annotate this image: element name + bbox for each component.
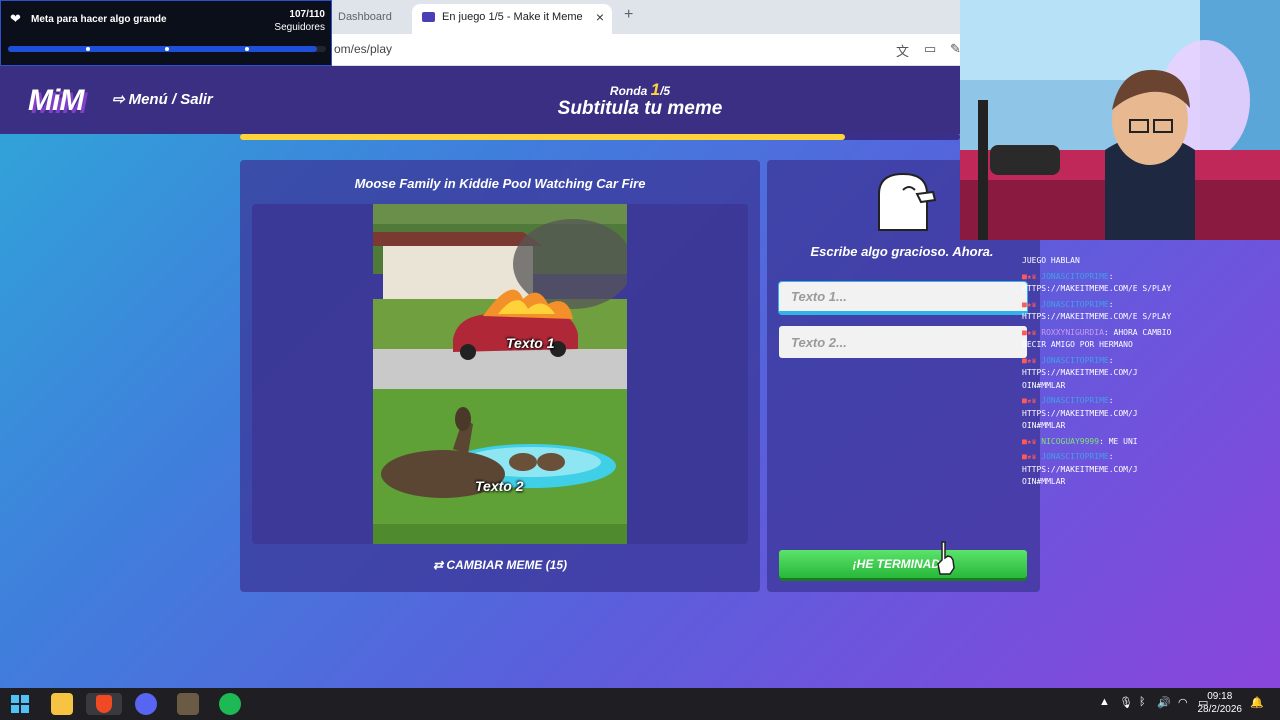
- shuffle-icon: ⇄: [432, 558, 447, 572]
- close-tab-icon[interactable]: ×: [596, 4, 604, 30]
- meme-label-1[interactable]: Texto 1: [506, 335, 555, 351]
- chat-message: JUEGO HABLAN: [1022, 255, 1172, 268]
- new-tab-button[interactable]: +: [624, 6, 633, 24]
- meme-panel: Moose Family in Kiddie Pool Watching Car…: [240, 160, 760, 592]
- meme-label-2[interactable]: Texto 2: [475, 478, 524, 494]
- chat-message: ■★♛ NICOGUAY9999: ME UNI: [1022, 436, 1138, 446]
- spotify-icon[interactable]: [219, 693, 241, 715]
- ghost-character-icon: [878, 172, 937, 231]
- clock-time: 09:18: [1207, 691, 1233, 702]
- goal-title: Meta para hacer algo grande: [31, 14, 167, 25]
- meme-image: Texto 1 Texto 2: [373, 204, 627, 544]
- chat-badge-icons: ■★♛: [1022, 299, 1042, 309]
- goal-marker: [245, 47, 249, 51]
- goal-progress-fill: [8, 46, 318, 52]
- chat-message: ■★♛ JONASCITOPRIME: HTTPS://MAKEITMEME.C…: [1022, 271, 1172, 294]
- hand-cursor-icon: [937, 541, 955, 575]
- tray-overflow-icon[interactable]: ▲: [1099, 696, 1110, 708]
- chat-badge-icons: ■★♛: [1022, 436, 1042, 446]
- chat-username: NICOGUAY9999: [1041, 436, 1100, 446]
- follower-goal-widget: ❤ Meta para hacer algo grande 107/110 Se…: [0, 0, 332, 66]
- chat-message: ■★♛ JONASCITOPRIME: HTTPS://MAKEITMEME.C…: [1022, 355, 1138, 390]
- timer-fill: [240, 134, 845, 140]
- page-title: Subtitula tu meme: [557, 98, 723, 119]
- bluetooth-icon[interactable]: ᛒ: [1139, 696, 1146, 708]
- prompt-text: Escribe algo gracioso. Ahora.: [810, 244, 994, 259]
- caption-input-2[interactable]: [779, 326, 1027, 358]
- tab-title: En juego 1/5 - Make it Meme: [442, 11, 583, 23]
- chat-username: JONASCITOPRIME: [1041, 452, 1109, 461]
- chat-text: HTTPS://MAKEITMEME.COM/J OIN#MMLAR: [1022, 368, 1138, 390]
- chat-username: JONASCITOPRIME: [1041, 299, 1109, 309]
- chat-badge-icons: ■★♛: [1022, 355, 1042, 365]
- menu-exit-button[interactable]: ⇨ Menú / Salir: [112, 90, 213, 108]
- goal-count: 107/110: [289, 9, 325, 20]
- chat-message: ■★♛ JONASCITOPRIME: HTTPS://MAKEITMEME.C…: [1022, 396, 1138, 431]
- round-label: Ronda: [609, 84, 648, 98]
- chat-username: JONASCITOPRIME: [1041, 396, 1109, 405]
- cast-icon[interactable]: ▭: [924, 41, 936, 57]
- change-meme-button[interactable]: ⇄ CAMBIAR MEME (15): [240, 558, 760, 572]
- chat-message: ■★♛ ROXXYNIGURDIA: AHORA CAMBIO DECIR AM…: [1022, 327, 1172, 350]
- heart-icon: ❤: [10, 11, 21, 26]
- exit-icon: ⇨: [112, 91, 125, 108]
- chat-message: ■★♛ JONASCITOPRIME: HTTPS://MAKEITMEME.C…: [1022, 299, 1172, 322]
- chat-username: JONASCITOPRIME: [1041, 271, 1109, 281]
- goal-unit: Seguidores: [274, 22, 325, 33]
- caption-input-1[interactable]: [779, 282, 1027, 314]
- brave-browser-icon[interactable]: [86, 693, 122, 715]
- timer-bar: [240, 134, 960, 140]
- chat-badge-icons: ■★♛: [1022, 452, 1042, 461]
- windows-start-icon[interactable]: [9, 693, 31, 715]
- chat-username: JONASCITOPRIME: [1041, 355, 1109, 365]
- url-text: om/es/play: [334, 42, 393, 56]
- round-current: 1: [650, 80, 661, 99]
- tab-make-it-meme[interactable]: En juego 1/5 - Make it Meme ×: [412, 4, 612, 34]
- chat-badge-icons: ■★♛: [1022, 271, 1042, 281]
- menu-exit-label: Menú / Salir: [128, 91, 213, 108]
- chat-badge-icons: ■★♛: [1022, 327, 1042, 337]
- chat-text: JUEGO HABLAN: [1022, 256, 1080, 265]
- chat-username: ROXXYNIGURDIA: [1041, 327, 1104, 337]
- goal-marker: [86, 47, 90, 51]
- clock[interactable]: 09:18 28/2/2026: [1198, 690, 1243, 716]
- clock-date: 28/2/2026: [1197, 704, 1243, 715]
- chat-badge-icons: ■★♛: [1022, 396, 1042, 405]
- game-launcher-icon[interactable]: [177, 693, 199, 715]
- chat-text: HTTPS://MAKEITMEME.COM/E S/PLAY: [1022, 284, 1172, 293]
- meme-frame: Texto 1 Texto 2: [252, 204, 748, 544]
- done-button[interactable]: ¡HE TERMINADO!: [779, 550, 1027, 578]
- round-indicator: Ronda 1/5: [560, 80, 720, 100]
- chat-text: HTTPS://MAKEITMEME.COM/J OIN#MMLAR: [1022, 408, 1138, 431]
- translate-icon[interactable]: 文: [896, 41, 909, 60]
- microphone-icon[interactable]: 🎙: [1119, 696, 1133, 709]
- mim-favicon-icon: [422, 12, 435, 22]
- notifications-icon[interactable]: 🔔: [1250, 696, 1264, 709]
- file-explorer-icon[interactable]: [51, 693, 73, 715]
- chat-message: ■★♛ JONASCITOPRIME: HTTPS://MAKEITMEME.C…: [1022, 452, 1138, 487]
- change-meme-label: CAMBIAR MEME (15): [446, 558, 568, 572]
- volume-icon[interactable]: 🔊: [1157, 696, 1171, 709]
- round-total: /5: [660, 84, 671, 98]
- discord-icon[interactable]: [135, 693, 157, 715]
- chat-text: ME UNI: [1108, 436, 1138, 446]
- meme-title: Moose Family in Kiddie Pool Watching Car…: [354, 176, 646, 191]
- goal-marker: [165, 47, 169, 51]
- tab-dashboard[interactable]: Dashboard: [330, 6, 410, 28]
- goal-progress-bar: [8, 46, 326, 52]
- mim-logo[interactable]: MiM: [28, 84, 84, 118]
- chat-text: HTTPS://MAKEITMEME.COM/J OIN#MMLAR: [1022, 464, 1138, 487]
- taskbar: ▲ 🎙 ᛒ 🔊 ◠ ▭ 09:18 28/2/2026 🔔: [0, 688, 1280, 720]
- stream-chat: JUEGO HABLAN ■★♛ JONASCITOPRIME: HTTPS://…: [1022, 255, 1172, 492]
- webcam-feed: [960, 0, 1280, 240]
- wifi-icon[interactable]: ◠: [1178, 696, 1188, 709]
- chat-text: HTTPS://MAKEITMEME.COM/E S/PLAY: [1022, 312, 1172, 321]
